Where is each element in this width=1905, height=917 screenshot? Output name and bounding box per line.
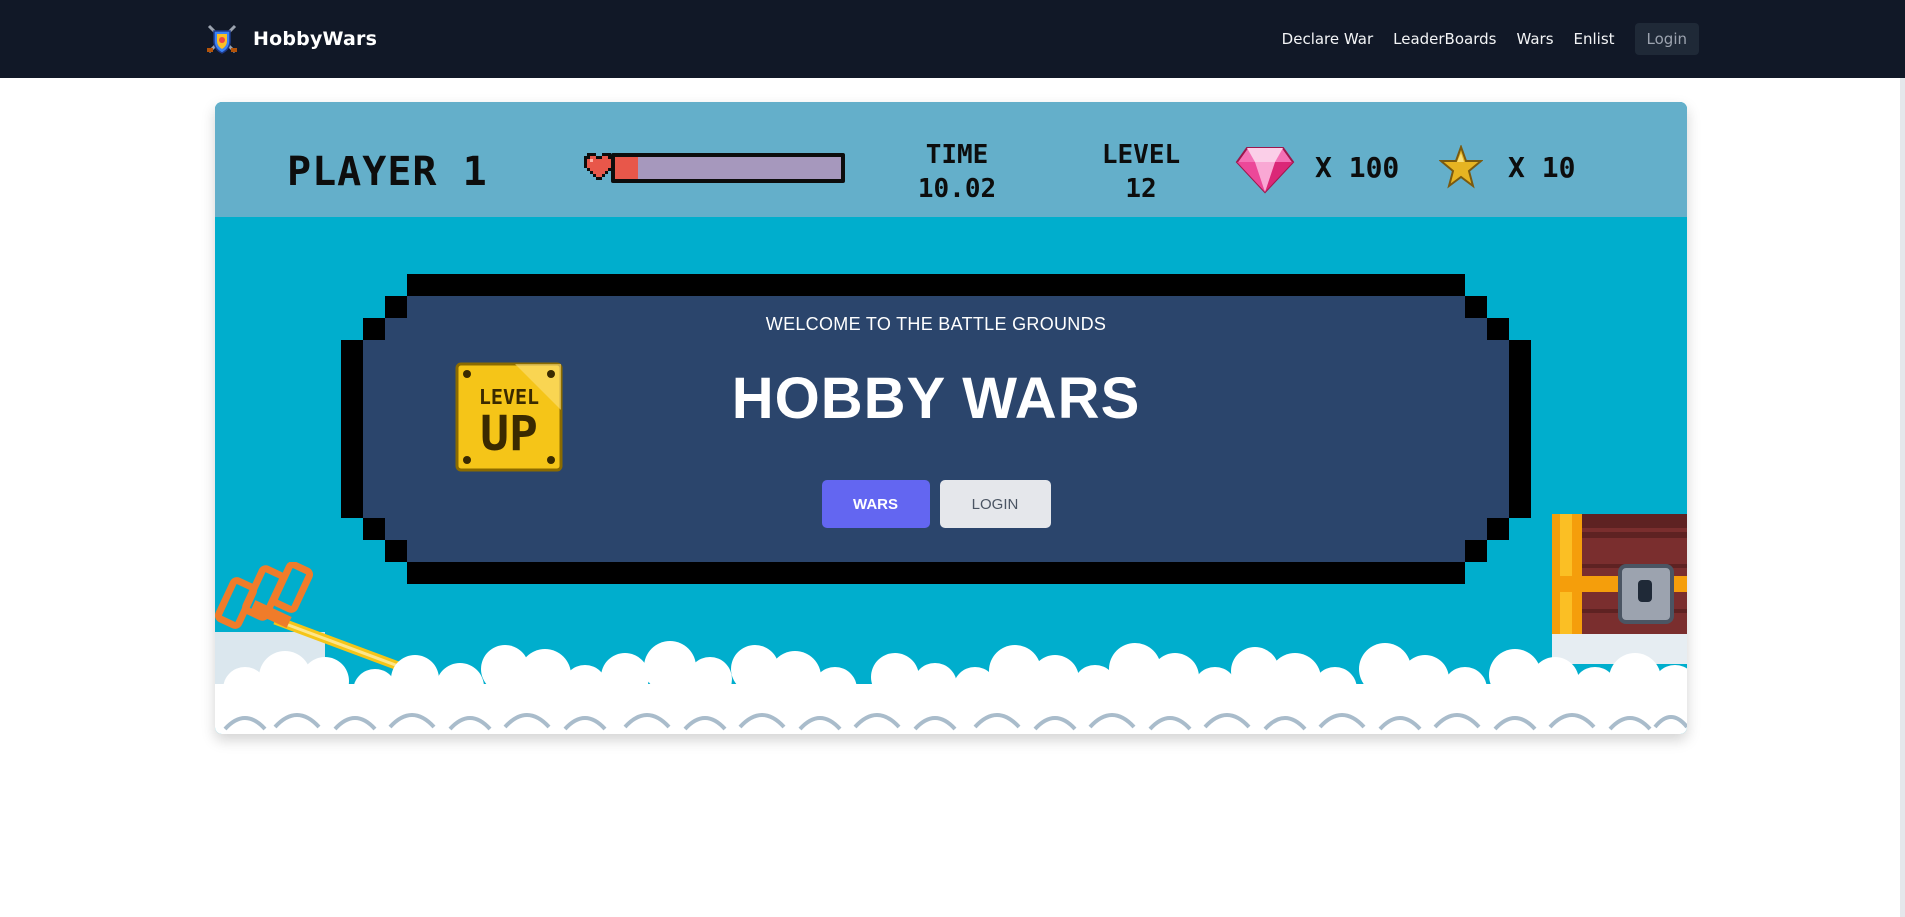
hero-buttons: WARS LOGIN: [341, 480, 1531, 528]
navbar-container: HobbyWars Declare War LeaderBoards Wars …: [205, 0, 1699, 78]
nav-link-declare-war[interactable]: Declare War: [1282, 30, 1373, 48]
nav-login-button[interactable]: Login: [1634, 23, 1699, 55]
pink-diamond-icon: [1235, 147, 1295, 194]
welcome-panel: WELCOME TO THE BATTLE GROUNDS HOBBY WARS…: [341, 274, 1531, 584]
page-scrollbar[interactable]: [1900, 78, 1905, 917]
hud-time-value: 10.02: [917, 174, 997, 204]
hud-time-label: TIME: [925, 140, 989, 170]
health-bar-fill: [615, 157, 638, 179]
pixel-heart-icon: [584, 153, 614, 180]
hud-gem-count: X 100: [1315, 151, 1400, 184]
health-bar: [611, 153, 845, 183]
nav-link-wars[interactable]: Wars: [1516, 30, 1553, 48]
login-button[interactable]: LOGIN: [939, 480, 1051, 528]
gold-star-icon: [1439, 145, 1483, 189]
hud-level-label: LEVEL: [1101, 140, 1181, 170]
nav-links: Declare War LeaderBoards Wars Enlist Log…: [1282, 23, 1699, 55]
hud-player-label: PLAYER 1: [287, 149, 488, 195]
brand-name: HobbyWars: [253, 28, 378, 50]
hud-star-count: X 10: [1508, 151, 1576, 184]
crossed-swords-shield-icon: [207, 24, 237, 54]
wars-button[interactable]: WARS: [821, 480, 930, 528]
nav-link-leaderboards[interactable]: LeaderBoards: [1393, 30, 1496, 48]
badge-up-text: UP: [480, 406, 538, 462]
game-hud: PLAYER 1 TIME 10.02 LEVEL 12 X 100 X 10: [215, 102, 1687, 217]
nav-link-enlist[interactable]: Enlist: [1574, 30, 1615, 48]
level-up-badge-icon: LEVEL UP: [455, 362, 563, 472]
hud-level-value: 12: [1125, 174, 1157, 204]
top-navbar: HobbyWars Declare War LeaderBoards Wars …: [0, 0, 1905, 78]
pixel-clouds: [215, 641, 1687, 734]
hero-game-card: PLAYER 1 TIME 10.02 LEVEL 12 X 100 X 10: [215, 102, 1687, 734]
brand-link[interactable]: HobbyWars: [205, 22, 377, 56]
welcome-subtitle: WELCOME TO THE BATTLE GROUNDS: [765, 314, 1107, 334]
